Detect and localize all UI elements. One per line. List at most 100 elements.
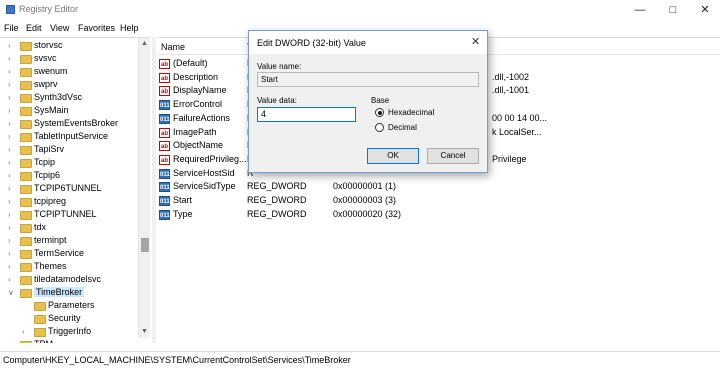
menu-favorites[interactable]: Favorites	[78, 23, 115, 33]
expand-chevron-icon[interactable]: ›	[8, 145, 11, 154]
expand-chevron-icon[interactable]: ›	[8, 132, 11, 141]
tree-item[interactable]: › TCPIPTUNNEL	[0, 209, 150, 222]
tree-item[interactable]: › Themes	[0, 261, 150, 274]
tree-item-label: swenum	[34, 66, 68, 76]
tree-item[interactable]: › tiledatamodelsvc	[0, 274, 150, 287]
expand-chevron-icon[interactable]: ›	[8, 340, 11, 343]
tree-item[interactable]: › SystemEventsBroker	[0, 118, 150, 131]
close-button[interactable]: ✕	[690, 1, 720, 19]
tree-item[interactable]: › SysMain	[0, 105, 150, 118]
string-value-icon: ab	[159, 86, 170, 97]
value-data: 0x00000003 (3)	[333, 195, 397, 205]
expand-chevron-icon[interactable]: ›	[8, 210, 11, 219]
scroll-down-arrow-icon[interactable]: ▼	[141, 328, 148, 335]
value-type: REG_DWORD	[247, 181, 307, 192]
tree-item[interactable]: › tdx	[0, 222, 150, 235]
expand-chevron-icon[interactable]: ›	[8, 223, 11, 232]
expand-chevron-icon[interactable]: ›	[8, 171, 11, 180]
tree-scroll-thumb[interactable]	[141, 238, 149, 252]
base-group: Base Hexadecimal Decimal	[367, 96, 479, 139]
value-data: k LocalSer...	[492, 126, 542, 137]
tree-item[interactable]: › tcpipreg	[0, 196, 150, 209]
menu-view[interactable]: View	[50, 23, 69, 33]
value-name-field[interactable]: Start	[257, 72, 479, 87]
tree-item[interactable]: › Tcpip	[0, 157, 150, 170]
ok-button[interactable]: OK	[367, 148, 419, 164]
tree-item[interactable]: › svsvc	[0, 53, 150, 66]
string-value-icon: ab	[159, 72, 170, 83]
tree-item[interactable]: › Tcpip6	[0, 170, 150, 183]
tree-item[interactable]: › TriggerInfo	[0, 326, 150, 339]
tree-item[interactable]: › terminpt	[0, 235, 150, 248]
tree-item[interactable]: › TapiSrv	[0, 144, 150, 157]
expand-chevron-icon[interactable]: ›	[8, 262, 11, 271]
expand-chevron-icon[interactable]: ›	[8, 41, 11, 50]
value-row[interactable]: 011 Type REG_DWORD 0x00000020 (32)	[157, 209, 720, 222]
column-name-header[interactable]: Name	[161, 42, 185, 52]
tree-item[interactable]: › Synth3dVsc	[0, 92, 150, 105]
status-bar: Computer\HKEY_LOCAL_MACHINE\SYSTEM\Curre…	[0, 351, 720, 369]
expand-chevron-icon[interactable]: ›	[8, 249, 11, 258]
tree-item[interactable]: › swprv	[0, 79, 150, 92]
tree-item-label: Synth3dVsc	[34, 92, 83, 102]
maximize-button[interactable]: □	[658, 1, 688, 19]
expand-chevron-icon[interactable]: ›	[8, 236, 11, 245]
value-data: .dll,-1001	[492, 85, 530, 96]
folder-icon	[20, 341, 32, 343]
folder-icon	[34, 328, 46, 337]
tree-item[interactable]: › TCPIP6TUNNEL	[0, 183, 150, 196]
tree-item-label: tdx	[34, 222, 47, 232]
menu-help[interactable]: Help	[120, 23, 139, 33]
registry-tree: › storvsc › svsvc › swenum › swprv › Synth3dVsc › S…	[0, 37, 150, 343]
tree-item-label: TapiSrv	[34, 144, 65, 154]
value-data-input[interactable]: 4	[257, 107, 356, 122]
tree-item[interactable]: › TermService	[0, 248, 150, 261]
value-row[interactable]: 011 Start REG_DWORD 0x00000003 (3)	[157, 195, 720, 208]
menu-edit[interactable]: Edit	[26, 23, 42, 33]
base-label: Base	[371, 96, 390, 105]
folder-icon	[20, 94, 32, 103]
tree-item[interactable]: › TabletInputService	[0, 131, 150, 144]
menu-file[interactable]: File	[4, 23, 19, 33]
status-path: Computer\HKEY_LOCAL_MACHINE\SYSTEM\Curre…	[3, 355, 351, 365]
value-row[interactable]: 011 ServiceSidType REG_DWORD 0x00000001 (1)	[157, 181, 720, 194]
cancel-button[interactable]: Cancel	[427, 148, 479, 164]
string-value-icon: ab	[159, 154, 170, 165]
value-name: RequiredPrivileg...	[173, 153, 247, 164]
hexadecimal-label[interactable]: Hexadecimal	[388, 108, 434, 117]
value-name: DisplayName	[173, 85, 227, 96]
collapse-chevron-icon[interactable]: ∨	[8, 288, 14, 297]
decimal-radio[interactable]	[375, 123, 384, 132]
expand-chevron-icon[interactable]: ›	[8, 67, 11, 76]
tree-item[interactable]: Parameters	[0, 300, 150, 313]
expand-chevron-icon[interactable]: ›	[8, 54, 11, 63]
expand-chevron-icon[interactable]: ›	[8, 106, 11, 115]
expand-chevron-icon[interactable]: ›	[8, 275, 11, 284]
expand-chevron-icon[interactable]: ›	[8, 184, 11, 193]
pane-splitter[interactable]	[152, 37, 156, 343]
tree-item[interactable]: › storvsc	[0, 40, 150, 53]
expand-chevron-icon[interactable]: ›	[8, 197, 11, 206]
scroll-up-arrow-icon[interactable]: ▲	[141, 40, 148, 47]
minimize-button[interactable]: —	[625, 1, 655, 19]
tree-item[interactable]: ∨ TimeBroker	[0, 287, 150, 300]
hexadecimal-radio[interactable]	[375, 108, 384, 117]
edit-dword-dialog: Edit DWORD (32-bit) Value ✕ Value name: …	[248, 30, 488, 173]
value-name: Description	[173, 71, 219, 82]
tree-item-label: Tcpip6	[34, 170, 61, 180]
decimal-label[interactable]: Decimal	[388, 123, 417, 132]
expand-chevron-icon[interactable]: ›	[8, 80, 11, 89]
tree-vertical-scrollbar[interactable]: ▲ ▼	[138, 38, 150, 338]
value-name: ServiceHostSid	[173, 167, 235, 178]
dialog-close-icon[interactable]: ✕	[471, 35, 480, 48]
expand-chevron-icon[interactable]: ›	[8, 158, 11, 167]
folder-icon	[20, 263, 32, 272]
expand-chevron-icon[interactable]: ›	[8, 93, 11, 102]
tree-item[interactable]: › TPM	[0, 339, 150, 343]
tree-item[interactable]: Security	[0, 313, 150, 326]
expand-chevron-icon[interactable]: ›	[8, 119, 11, 128]
expand-chevron-icon[interactable]: ›	[22, 327, 25, 336]
tree-item[interactable]: › swenum	[0, 66, 150, 79]
folder-icon	[20, 237, 32, 246]
tree-item-label: TriggerInfo	[48, 326, 92, 336]
